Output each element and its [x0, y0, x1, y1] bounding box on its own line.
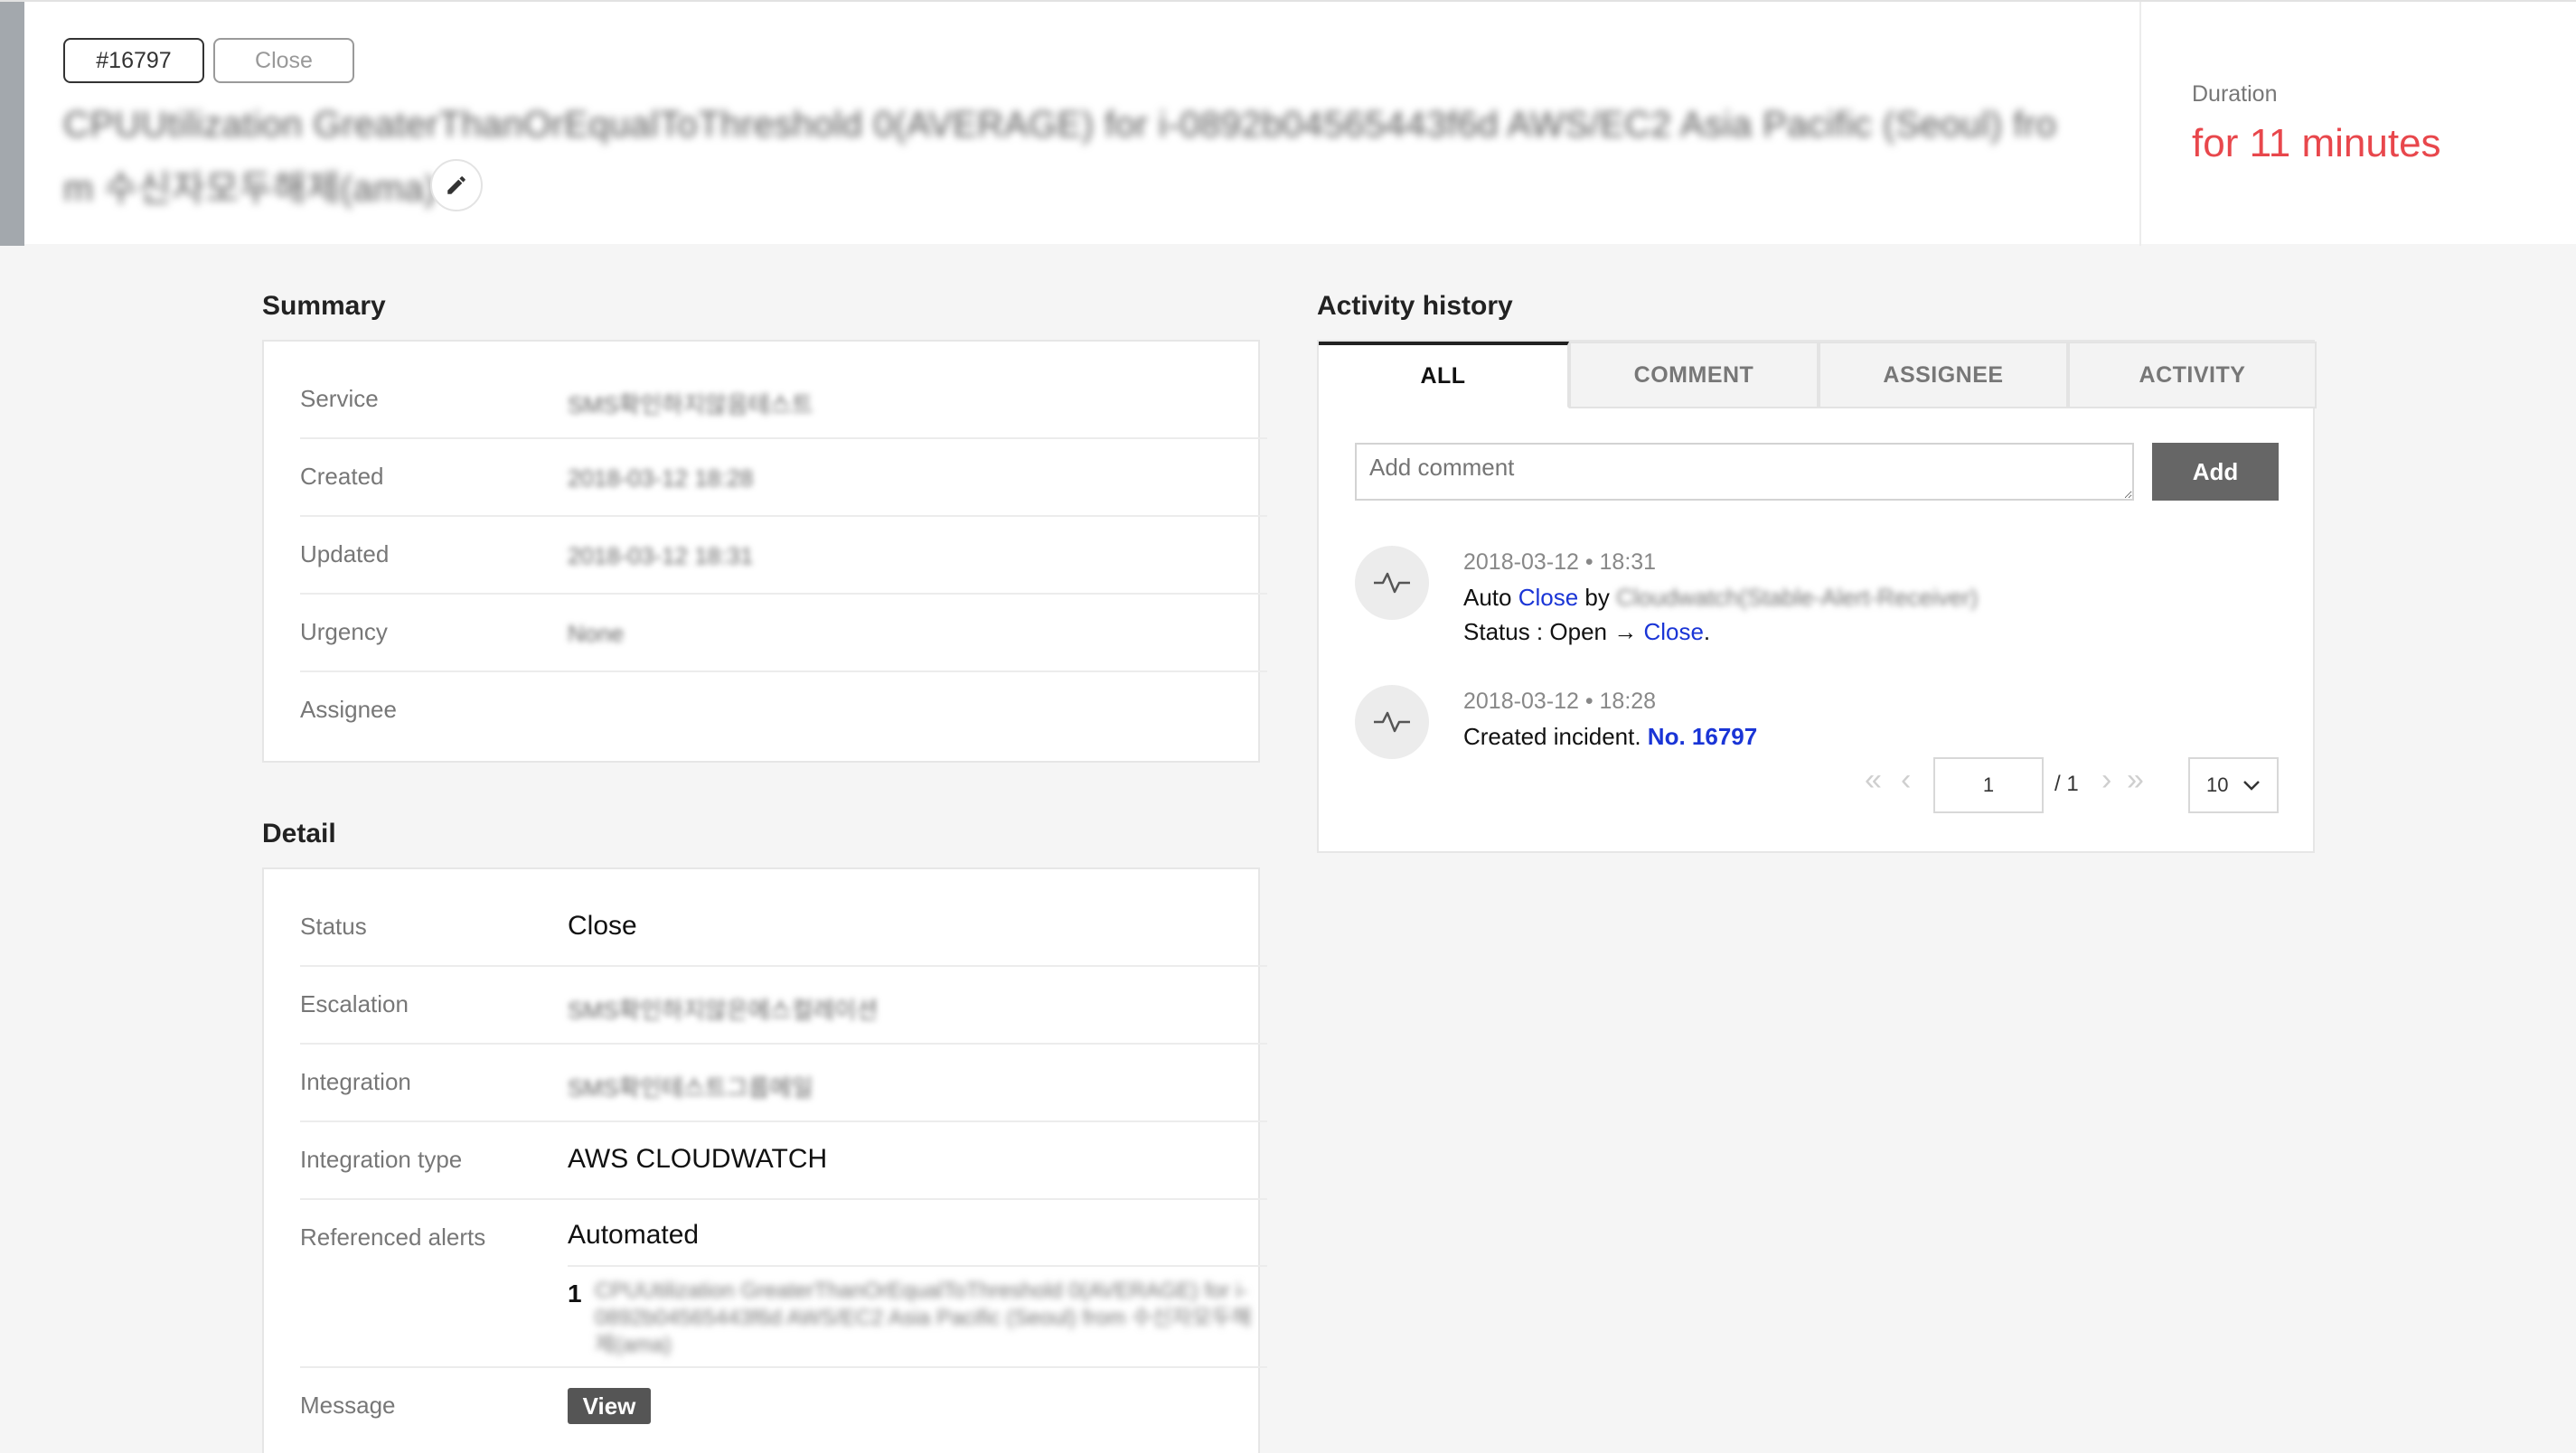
summary-row-urgency: Urgency None — [300, 595, 1267, 672]
pencil-icon — [447, 176, 465, 194]
integration-type-label: Integration type — [300, 1146, 463, 1173]
page-size-value: 10 — [2206, 773, 2229, 796]
integration-value: SMS확인테스트그룹메일 — [568, 1074, 813, 1101]
add-comment-button[interactable]: Add — [2152, 443, 2279, 501]
detail-card: Status Close Escalation SMS확인하지않은에스컬레이션 … — [262, 867, 1267, 1453]
activity-pulse-icon — [1355, 546, 1429, 620]
escalation-value: SMS확인하지않은에스컬레이션 — [568, 997, 879, 1024]
tab-comment[interactable]: COMMENT — [1569, 342, 1819, 408]
summary-row-updated: Updated 2018-03-12 18:31 — [300, 517, 1267, 595]
incident-title-line-2: m 수신자모두해제(ama) — [63, 169, 437, 209]
chevron-down-icon — [2243, 781, 2260, 791]
status-accent-bar — [0, 2, 24, 246]
integration-type-value: AWS CLOUDWATCH — [568, 1144, 828, 1174]
header-divider — [2139, 2, 2141, 246]
urgency-label: Urgency — [300, 618, 388, 645]
page-total: / 1 — [2054, 772, 2079, 796]
duration-value: for 11 minutes — [2192, 121, 2441, 165]
updated-label: Updated — [300, 540, 390, 567]
activity-text: by — [1578, 584, 1617, 611]
created-value: 2018-03-12 18:28 — [568, 464, 754, 492]
summary-row-service: Service SMS확인하지않음테스트 — [300, 342, 1267, 439]
referenced-alert-link[interactable]: CPUUtilization GreaterThanOrEqualToThres… — [595, 1278, 1264, 1359]
incident-header: #16797 Close CPUUtilization GreaterThanO… — [0, 0, 2576, 246]
actor-name: Cloudwatch(Stable-Alert-Receiver) — [1616, 584, 1979, 611]
status-value: Close — [568, 911, 637, 941]
duration-label: Duration — [2192, 81, 2278, 107]
integration-label: Integration — [300, 1068, 411, 1095]
activity-line: Created incident. No. 16797 — [1463, 723, 1757, 751]
detail-row-referenced-alerts: Referenced alerts Automated 1 CPUUtiliza… — [300, 1200, 1267, 1368]
page-number-input[interactable] — [1933, 757, 2044, 813]
detail-row-integration-type: Integration type AWS CLOUDWATCH — [300, 1122, 1267, 1200]
activity-text: Auto — [1463, 584, 1518, 611]
incident-id-badge: #16797 — [63, 38, 204, 83]
activity-text: Created incident. — [1463, 723, 1648, 750]
created-label: Created — [300, 463, 384, 490]
prev-page-icon[interactable]: ‹ — [1901, 763, 1911, 798]
summary-row-assignee: Assignee — [300, 672, 1267, 750]
detail-row-message: Message View — [300, 1368, 1267, 1453]
last-page-icon[interactable]: » — [2127, 763, 2144, 798]
assignee-label: Assignee — [300, 696, 397, 723]
comment-input[interactable] — [1355, 443, 2134, 501]
activity-card: ALL COMMENT ASSIGNEE ACTIVITY Add 2018-0… — [1317, 340, 2317, 853]
activity-text: Status : Open → — [1463, 618, 1644, 645]
edit-title-button[interactable] — [430, 159, 483, 211]
first-page-icon[interactable]: « — [1865, 763, 1882, 798]
service-label: Service — [300, 385, 379, 412]
detail-title: Detail — [262, 819, 336, 848]
detail-row-status: Status Close — [300, 869, 1267, 967]
message-label: Message — [300, 1392, 396, 1419]
urgency-value: None — [568, 620, 625, 647]
status-label: Status — [300, 913, 367, 940]
incident-title-line-1: CPUUtilization GreaterThanOrEqualToThres… — [63, 105, 2057, 145]
close-link[interactable]: Close — [1518, 584, 1578, 611]
detail-row-escalation: Escalation SMS확인하지않은에스컬레이션 — [300, 967, 1267, 1045]
status-badge: Close — [213, 38, 354, 83]
referenced-alerts-value: Automated — [568, 1220, 700, 1250]
summary-card: Service SMS확인하지않음테스트 Created 2018-03-12 … — [262, 340, 1267, 763]
activity-pulse-icon — [1355, 685, 1429, 759]
next-page-icon[interactable]: › — [2101, 763, 2111, 798]
activity-text: . — [1703, 618, 1711, 645]
summary-row-created: Created 2018-03-12 18:28 — [300, 439, 1267, 517]
referenced-alerts-label: Referenced alerts — [300, 1223, 486, 1251]
referenced-alert-index: 1 — [568, 1280, 582, 1308]
tab-assignee[interactable]: ASSIGNEE — [1819, 342, 2068, 408]
close-status-link[interactable]: Close — [1643, 618, 1703, 645]
page-size-select[interactable]: 10 — [2188, 757, 2279, 813]
activity-history-title: Activity history — [1317, 291, 1513, 321]
detail-row-integration: Integration SMS확인테스트그룹메일 — [300, 1045, 1267, 1122]
activity-line: Auto Close by Cloudwatch(Stable-Alert-Re… — [1463, 584, 1978, 612]
tab-all[interactable]: ALL — [1319, 342, 1569, 408]
escalation-label: Escalation — [300, 990, 409, 1017]
updated-value: 2018-03-12 18:31 — [568, 542, 754, 569]
tab-activity[interactable]: ACTIVITY — [2068, 342, 2317, 408]
referenced-alerts-divider — [568, 1265, 1267, 1267]
incident-number-link[interactable]: No. 16797 — [1648, 723, 1757, 750]
view-message-button[interactable]: View — [568, 1388, 651, 1424]
service-value: SMS확인하지않음테스트 — [568, 391, 813, 418]
activity-date: 2018-03-12 • 18:28 — [1463, 689, 1657, 714]
activity-date: 2018-03-12 • 18:31 — [1463, 549, 1657, 575]
summary-title: Summary — [262, 291, 386, 321]
activity-status-line: Status : Open → Close. — [1463, 618, 1710, 646]
